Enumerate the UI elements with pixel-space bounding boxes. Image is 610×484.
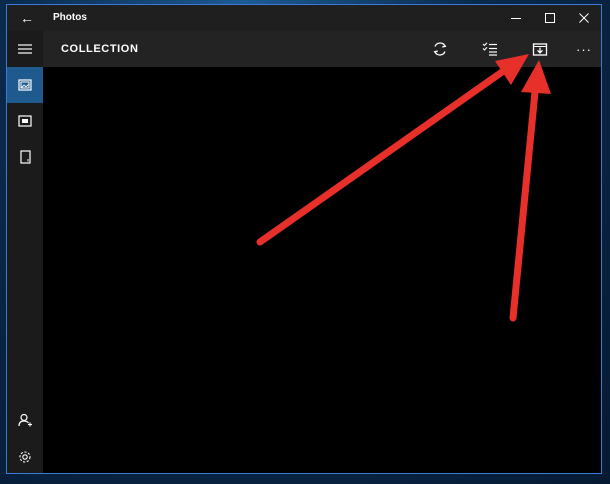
- more-options-button[interactable]: ···: [567, 31, 601, 67]
- import-button[interactable]: [523, 31, 557, 67]
- collection-icon: [18, 79, 32, 91]
- sidebar-item-folders[interactable]: [7, 139, 43, 175]
- close-icon: [579, 13, 589, 23]
- albums-icon: [18, 115, 32, 127]
- close-button[interactable]: [567, 5, 601, 31]
- import-icon: [532, 43, 548, 56]
- select-icon: [482, 42, 497, 56]
- navigation-sidebar: [7, 31, 43, 473]
- command-bar: COLLECTION ···: [7, 31, 601, 67]
- sidebar-item-albums[interactable]: [7, 103, 43, 139]
- collection-content-area: [43, 67, 601, 473]
- maximize-icon: [545, 13, 555, 23]
- window-title: Photos: [53, 12, 87, 23]
- minimize-button[interactable]: [499, 5, 533, 31]
- select-button[interactable]: [473, 31, 507, 67]
- hamburger-menu-button[interactable]: [7, 31, 43, 67]
- maximize-button[interactable]: [533, 5, 567, 31]
- account-icon: [18, 413, 32, 427]
- refresh-icon: [433, 42, 447, 56]
- sidebar-item-account[interactable]: [7, 402, 43, 438]
- settings-icon: [19, 451, 31, 463]
- back-button[interactable]: ←: [15, 8, 39, 28]
- minimize-icon: [511, 18, 521, 19]
- refresh-button[interactable]: [423, 31, 457, 67]
- photos-app-window: ← Photos COLLECTION ···: [6, 4, 602, 474]
- hamburger-menu-icon: [18, 44, 32, 54]
- page-title: COLLECTION: [61, 43, 139, 55]
- more-icon: ···: [576, 41, 592, 57]
- sidebar-item-collection[interactable]: [7, 67, 43, 103]
- title-bar: ← Photos: [7, 5, 601, 31]
- folders-icon: [20, 150, 31, 164]
- sidebar-item-settings[interactable]: [7, 439, 43, 475]
